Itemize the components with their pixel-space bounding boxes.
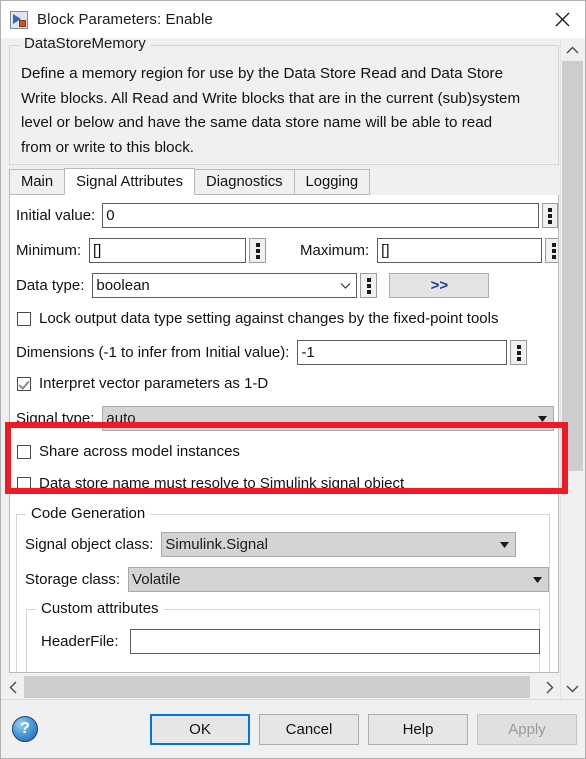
interpret-vector-label: Interpret vector parameters as 1-D xyxy=(39,375,269,392)
block-description: Define a memory region for use by the Da… xyxy=(21,62,579,160)
description-line: level or below and have the same data st… xyxy=(21,114,493,131)
tab-main[interactable]: Main xyxy=(9,169,66,195)
apply-button: Apply xyxy=(477,714,577,745)
vertical-scroll-track[interactable] xyxy=(561,61,584,677)
minimum-label: Minimum: xyxy=(16,242,82,259)
share-across-label: Share across model instances xyxy=(39,443,240,460)
lock-output-checkbox[interactable] xyxy=(17,311,31,326)
chevron-down-icon xyxy=(337,282,353,290)
description-group: DataStoreMemory Define a memory region f… xyxy=(9,38,559,165)
header-file-label: HeaderFile: xyxy=(41,633,119,650)
signal-object-class-combobox[interactable]: Simulink.Signal xyxy=(161,532,517,557)
minimum-input[interactable]: [] xyxy=(89,238,247,263)
signal-type-label: Signal type: xyxy=(16,410,95,427)
scroll-down-icon[interactable] xyxy=(561,677,584,699)
storage-class-row: Storage class: Volatile xyxy=(25,567,550,592)
initial-value-input[interactable]: 0 xyxy=(102,203,539,228)
dimensions-spinner[interactable] xyxy=(510,340,528,365)
initial-value-label: Initial value: xyxy=(16,207,96,224)
scroll-left-icon[interactable] xyxy=(2,681,24,694)
data-type-combobox[interactable]: boolean xyxy=(92,273,358,298)
minimum-spinner[interactable] xyxy=(249,238,267,263)
description-line: from or write to this block. xyxy=(21,138,195,156)
header-file-input[interactable] xyxy=(129,629,540,654)
minimum-row: Minimum: [] xyxy=(16,238,267,263)
storage-class-combobox[interactable]: Volatile xyxy=(128,567,550,592)
horizontal-scroll-thumb[interactable] xyxy=(24,676,530,698)
custom-attributes-group: Custom attributes HeaderFile: xyxy=(26,600,540,672)
caret-down-icon xyxy=(529,576,545,583)
data-type-label: Data type: xyxy=(16,277,85,294)
tab-signal-attributes[interactable]: Signal Attributes xyxy=(64,168,196,195)
interpret-vector-checkbox[interactable] xyxy=(17,376,31,391)
signal-type-combobox[interactable]: auto xyxy=(102,406,555,431)
maximum-row: Maximum: [] xyxy=(300,238,558,263)
signal-object-class-row: Signal object class: Simulink.Signal xyxy=(25,532,517,557)
help-button[interactable]: Help xyxy=(368,714,468,745)
horizontal-scroll-track[interactable] xyxy=(24,675,538,699)
horizontal-scrollbar[interactable] xyxy=(2,675,560,699)
share-across-checkbox[interactable] xyxy=(17,444,31,459)
code-generation-legend: Code Generation xyxy=(26,505,151,522)
data-type-spinner[interactable] xyxy=(360,273,378,298)
initial-value-spinner[interactable] xyxy=(541,203,558,228)
scroll-up-icon[interactable] xyxy=(561,39,584,61)
dialog-button-bar: OK Cancel Help Apply xyxy=(150,714,577,745)
description-line: Write blocks. All Read and Write blocks … xyxy=(21,89,521,107)
ok-button[interactable]: OK xyxy=(150,714,250,745)
share-across-row[interactable]: Share across model instances xyxy=(17,443,240,460)
signal-object-class-label: Signal object class: xyxy=(25,536,154,553)
signal-type-row: Signal type: auto xyxy=(16,406,555,431)
window-title: Block Parameters: Enable xyxy=(37,11,213,28)
maximum-label: Maximum: xyxy=(300,242,370,259)
signal-type-value: auto xyxy=(106,410,136,427)
signal-attributes-panel: Initial value: 0 Minimum: [] Maximum: []… xyxy=(9,195,559,673)
signal-object-class-value: Simulink.Signal xyxy=(165,536,268,553)
dimensions-row: Dimensions (-1 to infer from Initial val… xyxy=(16,340,528,365)
vertical-scrollbar[interactable] xyxy=(560,39,584,699)
dialog-body: DataStoreMemory Define a memory region f… xyxy=(1,38,585,699)
close-icon[interactable] xyxy=(539,1,585,38)
tab-diagnostics[interactable]: Diagnostics xyxy=(194,169,295,195)
must-resolve-checkbox[interactable] xyxy=(17,476,31,491)
simulink-block-icon xyxy=(10,10,28,29)
interpret-vector-row[interactable]: Interpret vector parameters as 1-D xyxy=(17,375,268,392)
maximum-spinner[interactable] xyxy=(545,238,558,263)
cancel-button[interactable]: Cancel xyxy=(259,714,359,745)
dialog-footer: ? OK Cancel Help Apply xyxy=(1,699,585,758)
block-parameters-dialog: Block Parameters: Enable DataStoreMemory… xyxy=(0,0,586,759)
maximum-input[interactable]: [] xyxy=(377,238,543,263)
help-icon[interactable]: ? xyxy=(12,716,38,742)
data-type-row: Data type: boolean >> xyxy=(16,273,490,298)
storage-class-label: Storage class: xyxy=(25,571,121,588)
storage-class-value: Volatile xyxy=(132,571,181,588)
must-resolve-label: Data store name must resolve to Simulink… xyxy=(39,475,405,492)
data-type-value: boolean xyxy=(96,277,150,294)
lock-output-row[interactable]: Lock output data type setting against ch… xyxy=(17,310,498,327)
must-resolve-row[interactable]: Data store name must resolve to Simulink… xyxy=(17,475,404,492)
initial-value-row: Initial value: 0 xyxy=(16,203,558,228)
custom-attributes-legend: Custom attributes xyxy=(36,600,164,617)
caret-down-icon xyxy=(534,415,550,422)
vertical-scroll-thumb[interactable] xyxy=(562,61,583,471)
show-data-type-assistant-button[interactable]: >> xyxy=(389,273,490,298)
tab-logging[interactable]: Logging xyxy=(293,169,371,195)
caret-down-icon xyxy=(496,541,512,548)
tab-strip: Main Signal Attributes Diagnostics Loggi… xyxy=(9,168,559,196)
header-file-row: HeaderFile: xyxy=(41,629,540,654)
scroll-right-icon[interactable] xyxy=(538,681,560,694)
description-line: Define a memory region for use by the Da… xyxy=(21,65,504,82)
code-generation-group: Code Generation Signal object class: Sim… xyxy=(16,505,550,672)
title-bar: Block Parameters: Enable xyxy=(1,1,585,38)
lock-output-label: Lock output data type setting against ch… xyxy=(39,310,499,327)
dimensions-label: Dimensions (-1 to infer from Initial val… xyxy=(16,344,290,361)
dimensions-input[interactable]: -1 xyxy=(297,340,508,365)
block-type-label: DataStoreMemory xyxy=(20,38,151,52)
